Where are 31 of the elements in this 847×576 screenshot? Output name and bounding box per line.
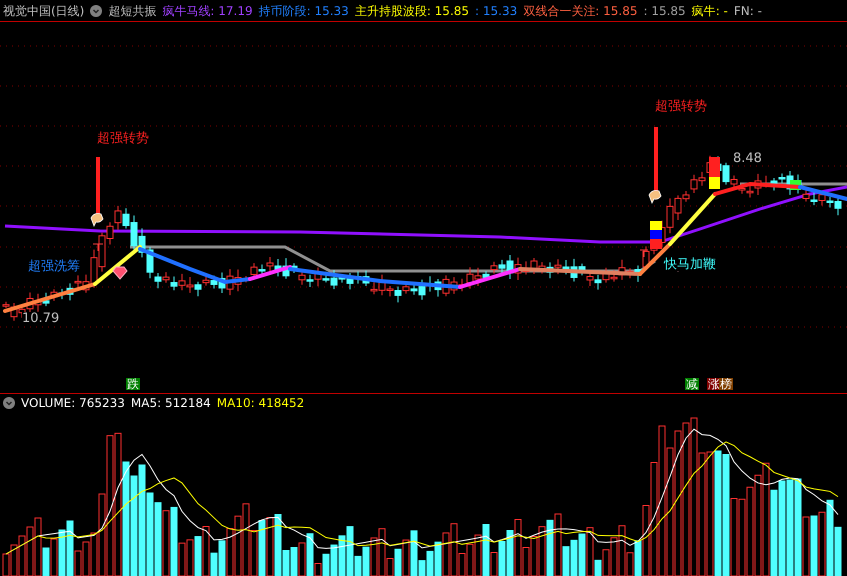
chart-label: 超强转势: [655, 100, 707, 113]
chart-label: 超强转势: [97, 132, 149, 145]
indicator-value: : 15.85: [643, 4, 686, 16]
tick-mark: [640, 250, 648, 258]
indicator-value: 双线合一关注: 15.85: [523, 4, 638, 16]
dropdown-icon[interactable]: [3, 396, 15, 408]
diamond-icon: [112, 266, 128, 280]
volume-value: MA5: 512184: [130, 396, 211, 408]
indicator-value: 持币阶段: 15.33: [258, 4, 349, 16]
indicator-name: 超短共振: [108, 4, 156, 16]
tick-mark: [92, 244, 104, 252]
signal-candle: [650, 221, 662, 249]
signal-marker: 跌: [126, 378, 140, 390]
indicator-value: 疯牛马线: 17.19: [162, 4, 253, 16]
signal-bar: [654, 127, 658, 191]
chart-label: 8.48: [733, 152, 762, 165]
dropdown-icon[interactable]: [90, 4, 102, 16]
chart-title: 视觉中国(日线): [3, 4, 84, 16]
chart-label: 快马加鞭: [664, 258, 716, 271]
chart-label: 10.79: [22, 312, 60, 325]
volume-value: VOLUME: 765233: [21, 396, 125, 408]
signal-candle: [709, 157, 720, 189]
volume-value: MA10: 418452: [216, 396, 304, 408]
indicator-value: 主升持股波段: 15.85: [354, 4, 470, 16]
indicator-value: FN: -: [734, 4, 762, 16]
chart-label: 超强洗筹: [28, 260, 80, 273]
signal-marker: 减: [685, 378, 699, 390]
indicator-value: 疯牛: -: [692, 4, 728, 16]
indicator-value: : 15.33: [475, 4, 518, 16]
signal-marker: 榜: [719, 378, 733, 390]
signal-bar: [96, 157, 100, 214]
